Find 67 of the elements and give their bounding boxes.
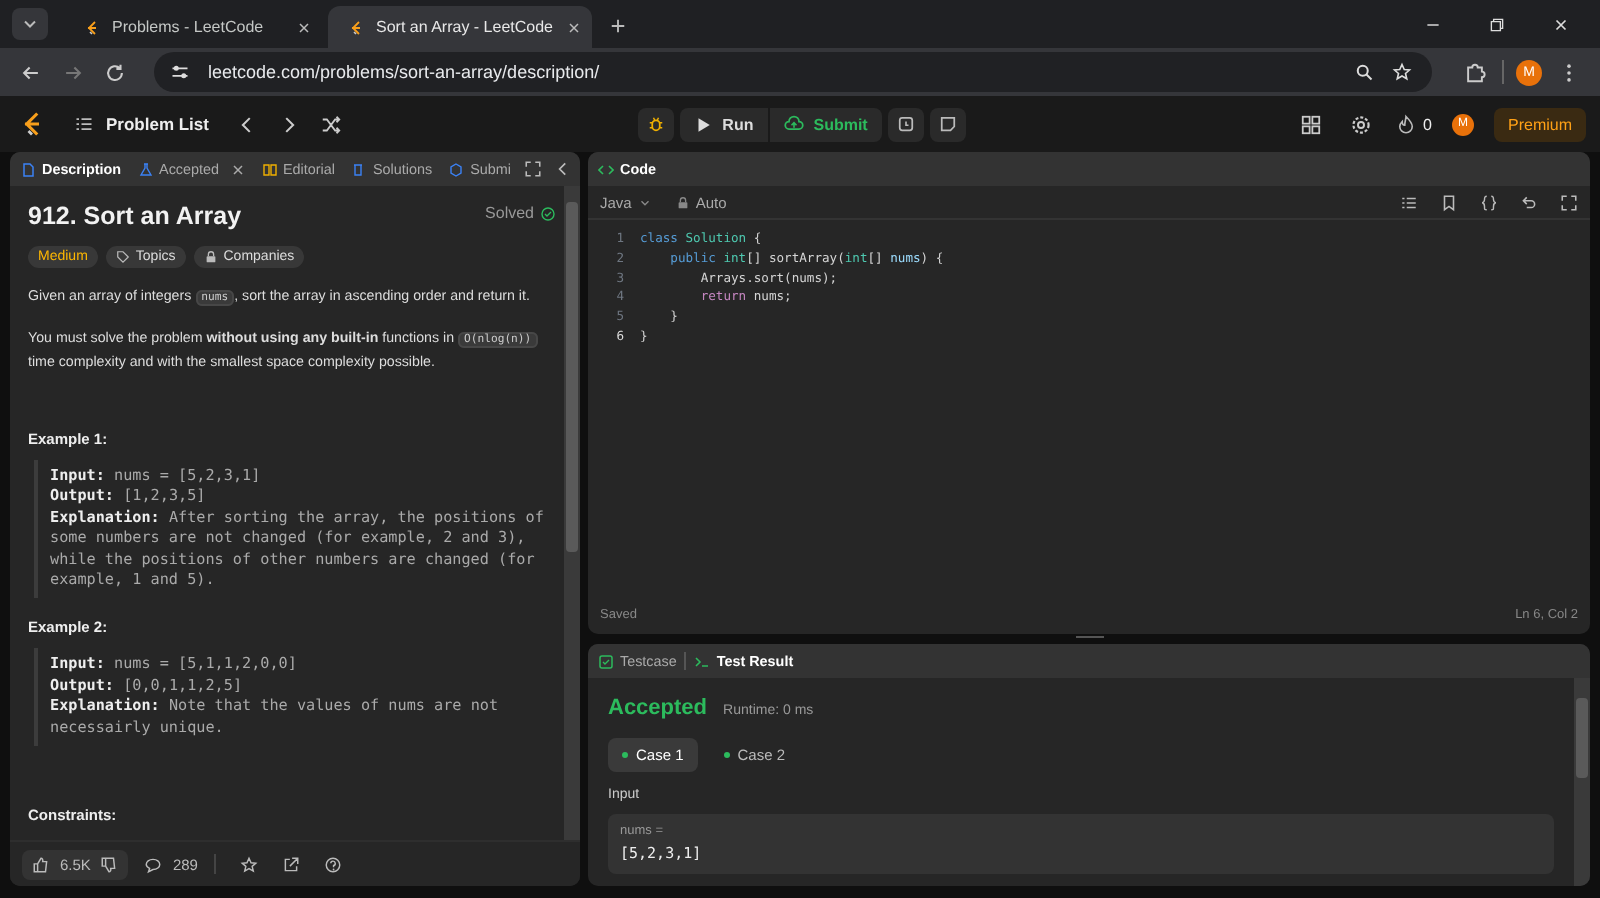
note-icon [937,114,958,134]
share-icon[interactable] [281,855,300,873]
layout-icon[interactable] [1299,113,1322,135]
close-icon[interactable] [229,161,246,177]
back-icon[interactable] [20,61,42,83]
tab-icon [261,161,278,177]
debug-button[interactable] [638,107,675,141]
extensions-icon[interactable] [1464,61,1486,83]
play-icon [694,115,713,133]
restore-icon[interactable] [1488,16,1506,34]
scrollbar[interactable] [564,186,580,840]
checkbox-icon [598,653,614,669]
lock-icon [203,250,218,264]
close-icon[interactable] [565,19,581,35]
submit-button[interactable]: Submit [769,107,882,141]
settings-icon[interactable] [1349,113,1372,135]
favorite-icon[interactable] [239,855,258,873]
site-logo-icon [348,19,364,35]
thumbs-up-icon[interactable] [32,855,50,873]
bug-icon [646,114,667,134]
terminal-icon [694,653,711,669]
run-button[interactable]: Run [680,107,768,141]
close-icon[interactable] [1552,16,1570,34]
site-logo-icon [84,19,100,35]
scrollbar[interactable] [1574,678,1590,886]
zoom-icon[interactable] [1354,62,1374,82]
lock-icon [675,195,690,209]
reset-icon[interactable] [1520,193,1538,211]
help-icon[interactable] [323,855,342,873]
tab-icon [137,161,154,177]
close-icon[interactable] [296,19,312,35]
problem-title[interactable]: 912. Sort an Array [28,202,242,230]
tab-icon [350,161,367,177]
browser-tab[interactable]: Sort an Array - LeetCode [328,6,592,48]
comment-icon [144,855,163,873]
braces-icon[interactable] [1480,193,1498,211]
address-bar[interactable]: leetcode.com/problems/sort-an-array/description/ [154,52,1432,92]
bookmark-icon[interactable] [1440,193,1458,211]
solved-status: Solved [485,204,534,222]
shuffle-icon[interactable] [320,113,343,135]
browser-tab[interactable]: Problems - LeetCode [64,6,328,48]
expand-icon[interactable] [1560,193,1578,211]
forward-icon[interactable] [62,61,84,83]
cloud-upload-icon [783,114,804,134]
tab-search-button[interactable] [12,8,48,40]
new-tab-icon[interactable] [608,16,628,36]
bookmark-star-icon[interactable] [1392,62,1412,82]
code-icon [598,161,614,177]
flame-icon [1395,114,1416,134]
premium-button[interactable]: Premium [1494,107,1587,141]
check-circle-icon [540,205,556,221]
thumbs-down-icon[interactable] [100,855,119,873]
tab-icon [448,161,465,177]
reload-icon[interactable] [104,61,126,83]
problem-list-button[interactable]: Problem List [74,114,209,134]
site-settings-icon[interactable] [170,62,190,82]
caret-icon [637,195,652,209]
timer-button[interactable] [887,107,924,141]
expand-icon[interactable] [524,160,543,178]
streak-counter[interactable]: 0 [1395,114,1432,134]
tag-icon [115,250,130,264]
verdict-status: Accepted [608,696,708,720]
list-icon [74,114,94,134]
timer-icon [895,114,916,134]
notes-button[interactable] [929,107,966,141]
format-icon[interactable] [1400,193,1418,211]
tab-icon [20,161,36,177]
